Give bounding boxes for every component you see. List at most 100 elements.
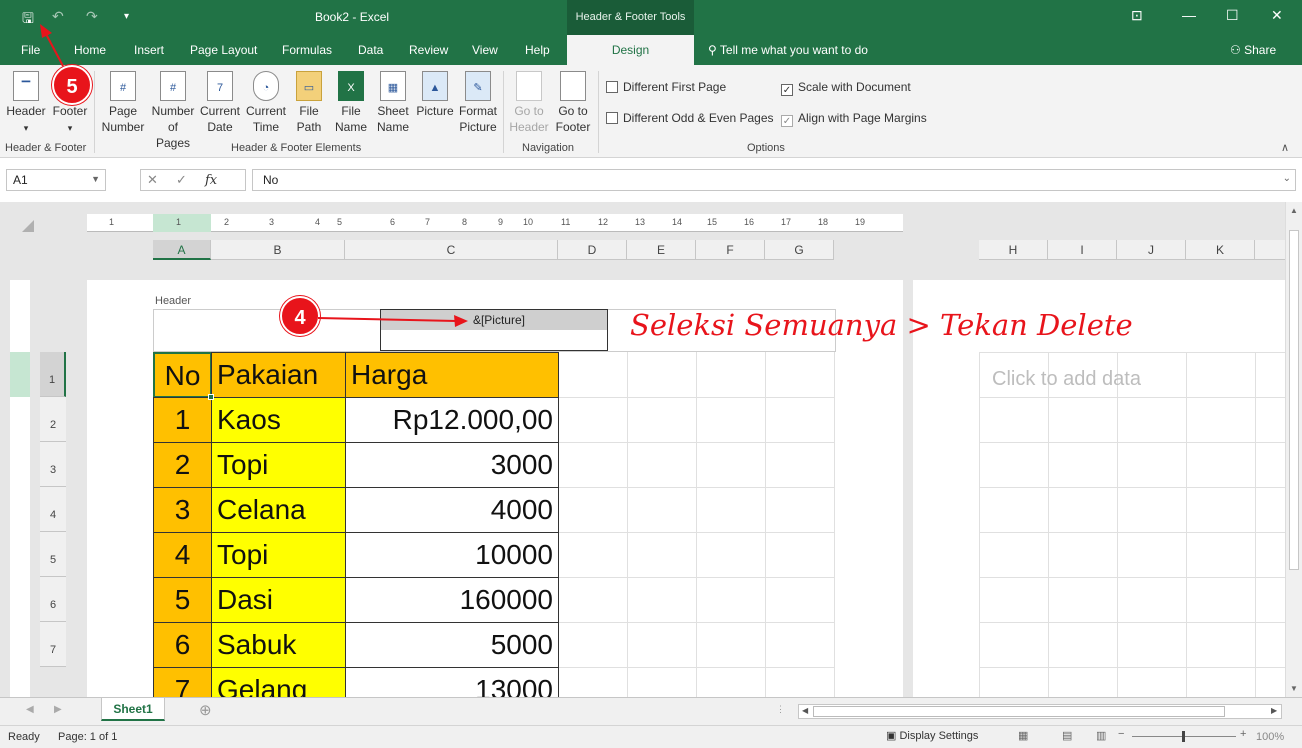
table-row-no[interactable]: 6 bbox=[153, 622, 212, 668]
scroll-down-icon[interactable]: ▼ bbox=[1290, 684, 1298, 693]
zoom-out-icon[interactable]: − bbox=[1118, 728, 1124, 740]
different-first-page-checkbox[interactable]: Different First Page bbox=[606, 80, 726, 94]
cell-b1[interactable]: Pakaian bbox=[211, 352, 346, 398]
picture-button[interactable]: ▲ Picture bbox=[414, 71, 456, 119]
table-row-no[interactable]: 7 bbox=[153, 667, 212, 697]
table-row-price[interactable]: Rp12.000,00 bbox=[345, 397, 559, 443]
zoom-level[interactable]: 100% bbox=[1256, 731, 1284, 743]
file-path-button[interactable]: ▭ File Path bbox=[292, 71, 326, 135]
cell-c1[interactable]: Harga bbox=[345, 352, 559, 398]
row-header-3[interactable]: 3 bbox=[40, 442, 66, 487]
different-odd-even-checkbox[interactable]: Different Odd & Even Pages bbox=[606, 111, 774, 125]
table-row-item[interactable]: Sabuk bbox=[211, 622, 346, 668]
add-sheet-icon[interactable]: ⊕ bbox=[199, 701, 212, 719]
table-row-item[interactable]: Celana bbox=[211, 487, 346, 533]
display-settings-button[interactable]: ▣ Display Settings bbox=[886, 729, 978, 742]
column-header-j[interactable]: J bbox=[1117, 240, 1186, 260]
tell-me-search[interactable]: ⚲ Tell me what you want to do bbox=[708, 43, 868, 57]
row-header-4[interactable]: 4 bbox=[40, 487, 66, 532]
formula-input[interactable]: No ⌄ bbox=[252, 169, 1296, 191]
zoom-in-icon[interactable]: + bbox=[1240, 728, 1246, 740]
next-sheet-icon[interactable]: ▶ bbox=[54, 704, 62, 715]
tab-home[interactable]: Home bbox=[74, 43, 106, 57]
tab-data[interactable]: Data bbox=[358, 43, 383, 57]
table-row-no[interactable]: 3 bbox=[153, 487, 212, 533]
fill-handle[interactable] bbox=[208, 394, 214, 400]
click-to-add-data[interactable]: Click to add data bbox=[992, 368, 1141, 391]
prev-sheet-icon[interactable]: ◀ bbox=[26, 704, 34, 715]
tab-review[interactable]: Review bbox=[409, 43, 448, 57]
format-picture-button[interactable]: ✎ Format Picture bbox=[457, 71, 499, 135]
page-number-button[interactable]: # Page Number bbox=[100, 71, 146, 135]
header-button[interactable]: ▔ Header ▾ bbox=[6, 71, 46, 136]
table-row-price[interactable]: 10000 bbox=[345, 532, 559, 578]
table-row-price[interactable]: 4000 bbox=[345, 487, 559, 533]
table-row-no[interactable]: 4 bbox=[153, 532, 212, 578]
horizontal-scrollbar[interactable]: ◀ ▶ bbox=[798, 704, 1282, 719]
name-box[interactable]: A1 ▼ bbox=[6, 169, 106, 191]
page-break-view-icon[interactable]: ▥ bbox=[1096, 729, 1106, 742]
collapse-ribbon-icon[interactable]: ∧ bbox=[1281, 141, 1289, 154]
ribbon-display-icon[interactable]: ⊡ bbox=[1131, 7, 1143, 24]
scale-with-document-checkbox[interactable]: ✓ Scale with Document bbox=[781, 80, 911, 96]
column-header-i[interactable]: I bbox=[1048, 240, 1117, 260]
sheet-tab-sheet1[interactable]: Sheet1 bbox=[101, 698, 165, 721]
cancel-icon[interactable]: ✕ bbox=[147, 172, 158, 187]
column-header-c[interactable]: C bbox=[345, 240, 558, 260]
minimize-icon[interactable]: — bbox=[1182, 7, 1196, 23]
column-header-k[interactable]: K bbox=[1186, 240, 1255, 260]
tab-insert[interactable]: Insert bbox=[134, 43, 164, 57]
row-header-5[interactable]: 5 bbox=[40, 532, 66, 577]
scroll-up-icon[interactable]: ▲ bbox=[1290, 206, 1298, 215]
tab-formulas[interactable]: Formulas bbox=[282, 43, 332, 57]
sheet-name-button[interactable]: ▦ Sheet Name bbox=[375, 71, 411, 135]
page-layout-view-icon[interactable]: ▤ bbox=[1062, 729, 1072, 742]
table-row-no[interactable]: 1 bbox=[153, 397, 212, 443]
column-header-e[interactable]: E bbox=[627, 240, 696, 260]
maximize-icon[interactable]: ☐ bbox=[1226, 7, 1239, 24]
customize-qat-icon[interactable]: ▾ bbox=[124, 11, 129, 22]
vertical-scrollbar[interactable]: ▲ ▼ bbox=[1285, 202, 1302, 697]
row-header-7[interactable]: 7 bbox=[40, 622, 66, 667]
go-to-footer-button[interactable]: Go to Footer bbox=[552, 71, 594, 135]
table-row-price[interactable]: 3000 bbox=[345, 442, 559, 488]
table-row-item[interactable]: Kaos bbox=[211, 397, 346, 443]
column-header-a[interactable]: A bbox=[153, 240, 211, 260]
column-header-b[interactable]: B bbox=[211, 240, 345, 260]
column-header-f[interactable]: F bbox=[696, 240, 765, 260]
table-row-price[interactable]: 5000 bbox=[345, 622, 559, 668]
page-layout-view[interactable]: 1 1 2 3 4 5 6 7 8 9 10 11 12 13 14 15 16… bbox=[0, 202, 1285, 697]
tab-design[interactable]: Design bbox=[567, 35, 694, 65]
column-header-h[interactable]: H bbox=[979, 240, 1048, 260]
file-name-button[interactable]: X File Name bbox=[332, 71, 370, 135]
scroll-thumb[interactable] bbox=[1289, 230, 1299, 570]
enter-icon[interactable]: ✓ bbox=[176, 172, 187, 187]
number-of-pages-button[interactable]: # Number of Pages bbox=[150, 71, 196, 151]
share-button[interactable]: ⚇ Share bbox=[1230, 43, 1276, 57]
close-icon[interactable]: ✕ bbox=[1271, 7, 1283, 24]
scroll-left-icon[interactable]: ◀ bbox=[802, 706, 808, 715]
table-row-item[interactable]: Dasi bbox=[211, 577, 346, 623]
table-row-item[interactable]: Topi bbox=[211, 442, 346, 488]
undo-icon[interactable]: ↶ bbox=[52, 8, 64, 25]
chevron-down-icon[interactable]: ▼ bbox=[91, 174, 100, 184]
zoom-slider-thumb[interactable] bbox=[1182, 731, 1185, 742]
table-row-no[interactable]: 5 bbox=[153, 577, 212, 623]
redo-icon[interactable]: ↷ bbox=[86, 8, 98, 25]
row-header-6[interactable]: 6 bbox=[40, 577, 66, 622]
column-header-d[interactable]: D bbox=[558, 240, 627, 260]
expand-formula-icon[interactable]: ⌄ bbox=[1283, 173, 1291, 184]
table-row-item[interactable]: Gelang bbox=[211, 667, 346, 697]
current-time-button[interactable]: ◔ Current Time bbox=[244, 71, 288, 135]
scroll-right-icon[interactable]: ▶ bbox=[1271, 706, 1277, 715]
table-row-item[interactable]: Topi bbox=[211, 532, 346, 578]
row-header-1[interactable]: 1 bbox=[40, 352, 66, 397]
cell-a1[interactable]: No bbox=[153, 352, 212, 398]
save-icon[interactable]: 🖫 bbox=[22, 8, 34, 32]
align-page-margins-checkbox[interactable]: ✓ Align with Page Margins bbox=[781, 111, 927, 127]
select-all-corner[interactable] bbox=[22, 220, 34, 232]
hscroll-thumb[interactable] bbox=[813, 706, 1225, 717]
row-header-2[interactable]: 2 bbox=[40, 397, 66, 442]
column-header-g[interactable]: G bbox=[765, 240, 834, 260]
tab-view[interactable]: View bbox=[472, 43, 498, 57]
